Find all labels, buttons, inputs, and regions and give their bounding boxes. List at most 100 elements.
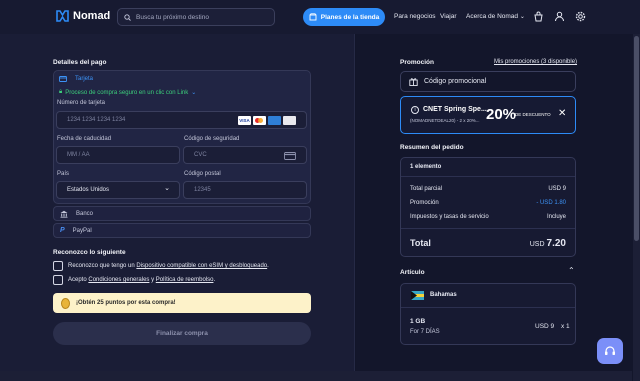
nomad-logo-icon <box>56 10 69 22</box>
points-banner: ¡Obtén 25 puntos por esta compra! <box>53 293 311 313</box>
help-chat-button[interactable] <box>597 338 623 364</box>
page-scrollbar[interactable] <box>633 34 640 381</box>
mastercard-icon <box>253 116 266 125</box>
finish-purchase-label: Finalizar compra <box>156 330 208 337</box>
acknowledge-title: Reconozco lo siguiente <box>53 249 126 256</box>
cvc-placeholder: CVC <box>194 152 207 158</box>
nomad-logo[interactable]: Nomad <box>56 10 110 22</box>
remove-coupon-close-icon[interactable]: ✕ <box>558 108 566 119</box>
nav-travel[interactable]: Viajar <box>440 13 457 20</box>
esim-checkbox-label: Reconozco que tengo un Dispositivo compa… <box>68 263 269 269</box>
compatible-device-link[interactable]: Dispositivo compatible con eSIM y desblo… <box>136 263 267 269</box>
promotion-label: Promoción <box>410 200 439 206</box>
terms-link[interactable]: Condiciones generales <box>88 277 149 283</box>
divider <box>401 307 575 308</box>
search-input[interactable]: Busca tu próximo destino <box>117 8 275 26</box>
article-price: USD 9 <box>535 323 555 330</box>
plan-data: 1 GB <box>410 318 426 325</box>
paypal-label: PayPal <box>72 227 92 234</box>
applied-coupon-card: i CNET Spring Spe... (NOMADNETDEAL20) - … <box>400 96 576 134</box>
promotion-value: - USD 1.80 <box>536 200 566 206</box>
order-summary-card: 1 elemento Total parcial USD 9 Promoción… <box>400 157 576 257</box>
store-plans-label: Planes de la tienda <box>320 13 380 21</box>
card-number-label: Número de tarjeta <box>57 100 106 106</box>
nav-business[interactable]: Para negocios <box>394 13 436 20</box>
finish-purchase-button[interactable]: Finalizar compra <box>53 322 311 345</box>
card-tab-label: Tarjeta <box>75 76 94 82</box>
scrollbar-thumb[interactable] <box>634 36 639 241</box>
lock-icon: 🔒︎ <box>59 89 63 95</box>
refund-policy-link[interactable]: Política de reembolso <box>156 277 214 283</box>
promo-code-button[interactable]: Código promocional <box>400 71 576 92</box>
chevron-down-icon: ⌄ <box>191 90 197 96</box>
coupon-discount-text: DE DESCUENTO <box>515 112 551 117</box>
postal-code-input[interactable]: 12345 <box>183 181 307 199</box>
my-promotions-link[interactable]: Mis promociones (3 disponible) <box>494 59 577 65</box>
cvc-label: Código de seguridad <box>184 136 240 142</box>
search-icon <box>124 13 131 21</box>
divider <box>401 228 575 229</box>
terms-text-prefix: Acepto <box>68 277 89 283</box>
user-icon[interactable] <box>554 11 565 22</box>
expiry-input[interactable]: MM / AA <box>56 146 180 164</box>
esim-text-suffix: . <box>267 263 269 269</box>
top-navigation-bar: Nomad Busca tu próximo destino Planes de… <box>0 0 640 34</box>
chevron-down-icon: ⌄ <box>164 185 170 192</box>
bank-option[interactable]: Banco <box>53 206 311 221</box>
coupon-percent: 20% <box>486 106 517 123</box>
total-label: Total <box>410 238 431 248</box>
amex-icon <box>268 116 281 125</box>
plan-days: For 7 DÍAS <box>410 329 440 335</box>
bahamas-flag-icon <box>411 291 424 300</box>
bank-icon <box>60 210 68 218</box>
link-checkout-text: Proceso de compra seguro en un clic con … <box>65 89 189 96</box>
payment-details-title: Detalles del pago <box>53 59 107 66</box>
total-currency: USD <box>529 241 545 248</box>
paypal-icon: P <box>60 227 65 234</box>
card-number-placeholder: 1234 1234 1234 1234 <box>67 117 126 123</box>
coin-icon <box>61 297 70 309</box>
subtotal-label: Total parcial <box>410 186 443 192</box>
unionpay-icon <box>283 116 296 125</box>
article-title: Artículo <box>400 269 425 276</box>
total-value: 7.20 <box>546 238 566 249</box>
taxes-label: Impuestos y tasas de servicio <box>410 214 489 220</box>
logo-text: Nomad <box>73 10 111 22</box>
items-count: 1 elemento <box>410 164 442 170</box>
terms-checkbox[interactable] <box>53 275 63 285</box>
postal-placeholder: 12345 <box>194 187 211 193</box>
promotion-row: Promoción - USD 1.80 <box>410 200 566 206</box>
postal-label: Código postal <box>184 171 221 177</box>
taxes-row: Impuestos y tasas de servicio Incluye <box>410 214 566 220</box>
terms-checkbox-label: Acepto Condiciones generales y Política … <box>68 277 215 283</box>
gift-icon <box>409 78 418 86</box>
store-plans-button[interactable]: Planes de la tienda <box>303 8 385 26</box>
total-amount: USD 7.20 <box>530 238 566 249</box>
card-number-input[interactable]: 1234 1234 1234 1234 VISA <box>56 111 307 129</box>
order-summary-title: Resumen del pedido <box>400 144 464 151</box>
collapse-chevron-up-icon[interactable]: ⌃ <box>568 266 575 275</box>
paypal-option[interactable]: P PayPal <box>53 223 311 238</box>
link-checkout[interactable]: 🔒︎ Proceso de compra seguro en un clic c… <box>59 89 196 96</box>
article-quantity: x 1 <box>561 323 570 330</box>
horizontal-scrollbar[interactable] <box>0 371 632 381</box>
gear-icon[interactable] <box>575 11 586 22</box>
esim-checkbox[interactable] <box>53 261 63 271</box>
credit-card-icon <box>59 76 67 82</box>
promotion-title: Promoción <box>400 59 434 66</box>
article-country: Bahamas <box>430 292 457 298</box>
cvc-input[interactable]: CVC <box>183 146 307 164</box>
basket-icon[interactable] <box>533 11 544 22</box>
store-icon <box>309 13 317 21</box>
cvc-card-icon <box>284 152 296 160</box>
promo-code-label: Código promocional <box>424 78 487 85</box>
country-value: Estados Unidos <box>67 187 110 193</box>
card-tab[interactable]: Tarjeta <box>59 76 93 82</box>
points-text: ¡Obtén 25 puntos por esta compra! <box>76 300 176 306</box>
nav-about-label: Acerca de Nomad <box>466 13 519 20</box>
nav-about[interactable]: Acerca de Nomad ⌄ <box>466 13 525 20</box>
taxes-value: Incluye <box>546 214 566 220</box>
chevron-down-icon: ⌄ <box>519 14 525 20</box>
terms-text-suffix: . <box>213 277 216 283</box>
country-select[interactable]: Estados Unidos ⌄ <box>56 181 180 199</box>
